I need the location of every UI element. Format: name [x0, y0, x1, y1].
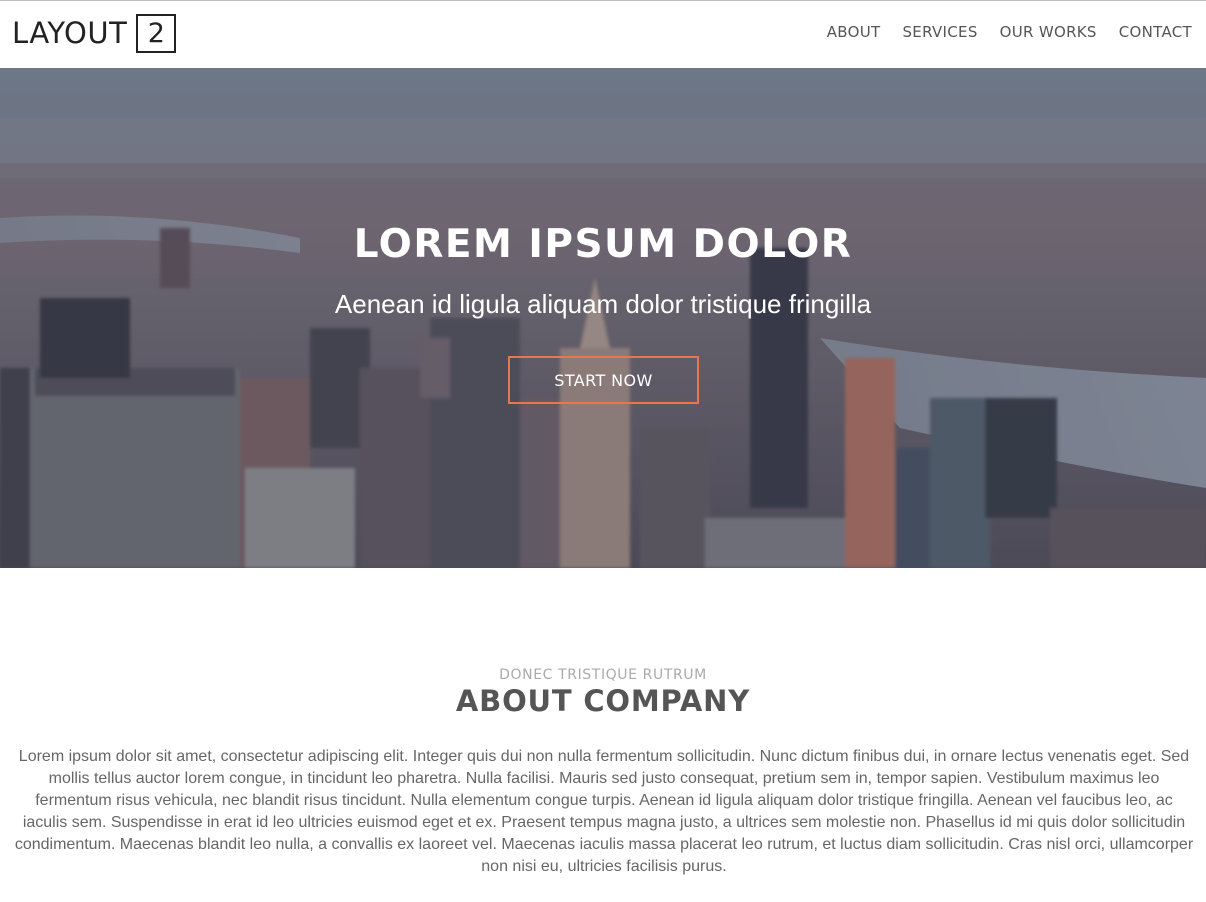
nav-our-works-link[interactable]: OUR WORKS: [1000, 23, 1097, 41]
site-header: LAYOUT 2 ABOUT SERVICES OUR WORKS CONTAC…: [0, 1, 1206, 68]
hero-title: LOREM IPSUM DOLOR: [353, 222, 853, 267]
hero-subtitle: Aenean id ligula aliquam dolor tristique…: [334, 289, 872, 319]
nav-contact-link[interactable]: CONTACT: [1119, 23, 1192, 41]
main-nav: ABOUT SERVICES OUR WORKS CONTACT: [805, 23, 1192, 41]
nav-about-link[interactable]: ABOUT: [827, 23, 881, 41]
about-title: ABOUT COMPANY: [455, 684, 751, 718]
start-now-button[interactable]: START NOW: [508, 356, 699, 404]
about-kicker: DONEC TRISTIQUE RUTRUM: [499, 667, 707, 683]
hero-section: LOREM IPSUM DOLOR Aenean id ligula aliqu…: [0, 68, 1206, 568]
site-logo[interactable]: LAYOUT 2: [12, 13, 177, 53]
about-body-text: Lorem ipsum dolor sit amet, consectetur …: [14, 748, 1194, 875]
nav-services-link[interactable]: SERVICES: [902, 23, 977, 41]
logo-text: LAYOUT: [12, 16, 128, 50]
logo-number-box: 2: [136, 13, 177, 53]
